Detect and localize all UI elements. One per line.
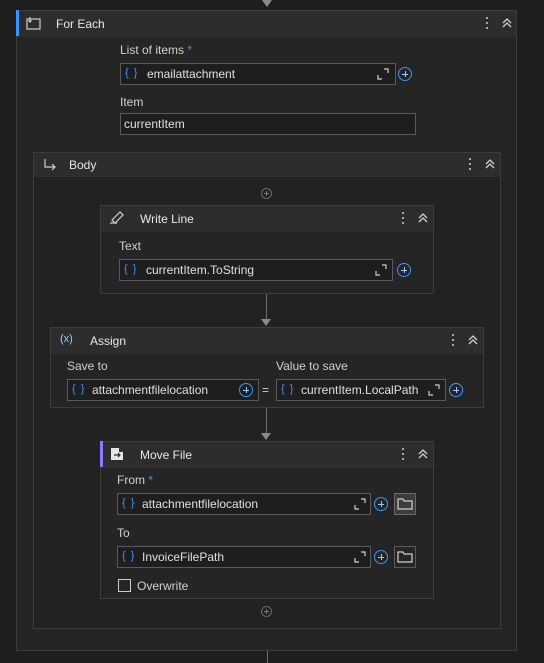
collapse-icon[interactable] <box>484 158 496 170</box>
for-each-selected-accent <box>16 10 19 36</box>
list-of-items-value: emailattachment <box>147 67 236 81</box>
collapse-icon[interactable] <box>501 17 513 29</box>
expand-editor-icon[interactable] <box>354 498 366 510</box>
list-of-items-field[interactable]: { } emailattachment <box>120 63 396 85</box>
save-to-field[interactable]: { } attachmentfilelocation <box>67 379 259 401</box>
save-to-value: attachmentfilelocation <box>92 383 209 397</box>
expand-editor-icon[interactable] <box>375 264 387 276</box>
collapse-icon[interactable] <box>417 448 429 460</box>
assign-icon: (x) <box>60 333 73 345</box>
foreach-icon <box>26 16 42 30</box>
item-label: Item <box>120 95 144 109</box>
to-value: InvoiceFilePath <box>142 550 225 564</box>
expand-editor-icon[interactable] <box>354 551 366 563</box>
item-value: currentItem <box>124 117 185 131</box>
expand-editor-icon[interactable] <box>377 68 389 80</box>
move-file-header[interactable]: Move File <box>100 441 433 468</box>
kebab-menu-icon[interactable] <box>448 333 458 347</box>
expression-brace-icon: { } <box>122 497 136 509</box>
text-field[interactable]: { } currentItem.ToString <box>119 259 393 281</box>
save-to-label: Save to <box>67 359 108 373</box>
for-each-title: For Each <box>56 17 105 31</box>
assign-activity[interactable]: (x) Assign Save to { } attachmentfileloc… <box>50 327 484 408</box>
insert-activity-plus-icon[interactable] <box>261 188 272 199</box>
add-plus-icon[interactable] <box>374 550 388 564</box>
from-field[interactable]: { } attachmentfilelocation <box>117 493 371 515</box>
write-line-header[interactable]: Write Line <box>101 206 433 232</box>
kebab-menu-icon[interactable] <box>482 16 492 30</box>
body-title: Body <box>69 158 97 172</box>
assign-title: Assign <box>90 334 127 348</box>
expression-brace-icon: { } <box>124 263 138 275</box>
text-label: Text <box>119 239 142 253</box>
connector-arrow <box>261 319 271 326</box>
item-field[interactable]: currentItem <box>120 113 416 135</box>
list-of-items-label: List of items * <box>120 43 193 57</box>
body-arrow-icon <box>43 158 57 172</box>
connector-arrow <box>261 433 271 440</box>
value-to-save-field[interactable]: { } currentItem.LocalPath <box>276 379 446 401</box>
move-file-title: Move File <box>140 448 193 462</box>
expand-editor-icon[interactable] <box>428 384 440 396</box>
overwrite-checkbox[interactable] <box>118 579 131 592</box>
move-file-accent <box>100 441 103 467</box>
from-label: From * <box>117 473 154 487</box>
move-file-icon <box>110 447 124 461</box>
add-plus-icon[interactable] <box>374 497 388 511</box>
add-plus-icon[interactable] <box>397 263 411 277</box>
equals-sign: = <box>262 383 270 397</box>
connector-line <box>266 294 267 320</box>
text-value: currentItem.ToString <box>146 263 255 277</box>
move-file-activity[interactable]: Move File From * { } attachmentfilelocat… <box>100 441 434 599</box>
write-line-activity[interactable]: Write Line Text { } currentItem.ToString <box>100 205 434 294</box>
to-label: To <box>117 526 130 540</box>
kebab-menu-icon[interactable] <box>465 157 475 171</box>
to-field[interactable]: { } InvoiceFilePath <box>117 546 371 568</box>
expression-brace-icon: { } <box>72 383 86 395</box>
folder-icon <box>397 550 413 564</box>
kebab-menu-icon[interactable] <box>398 447 408 461</box>
for-each-header[interactable]: For Each <box>16 10 516 37</box>
expression-brace-icon: { } <box>125 67 139 79</box>
bottom-connector <box>267 651 268 663</box>
add-plus-icon[interactable] <box>449 383 463 397</box>
add-plus-icon[interactable] <box>398 67 412 81</box>
write-line-title: Write Line <box>140 212 194 226</box>
expression-brace-icon: { } <box>122 550 136 562</box>
connector-line <box>266 408 267 434</box>
value-to-save-value: currentItem.LocalPath <box>301 383 419 397</box>
folder-icon <box>397 497 413 511</box>
body-header[interactable]: Body <box>34 153 500 177</box>
to-browse-button[interactable] <box>394 546 416 568</box>
overwrite-label: Overwrite <box>137 579 189 593</box>
expression-brace-icon: { } <box>281 383 295 395</box>
collapse-icon[interactable] <box>467 334 479 346</box>
assign-header[interactable]: (x) Assign <box>51 328 483 354</box>
collapse-icon[interactable] <box>417 212 429 224</box>
add-plus-icon[interactable] <box>239 383 253 397</box>
from-browse-button[interactable] <box>394 493 416 515</box>
value-to-save-label: Value to save <box>276 359 348 373</box>
write-line-icon <box>109 211 127 225</box>
from-value: attachmentfilelocation <box>142 497 259 511</box>
insert-activity-plus-icon[interactable] <box>261 606 272 617</box>
kebab-menu-icon[interactable] <box>398 211 408 225</box>
top-connector-arrow <box>262 0 272 7</box>
